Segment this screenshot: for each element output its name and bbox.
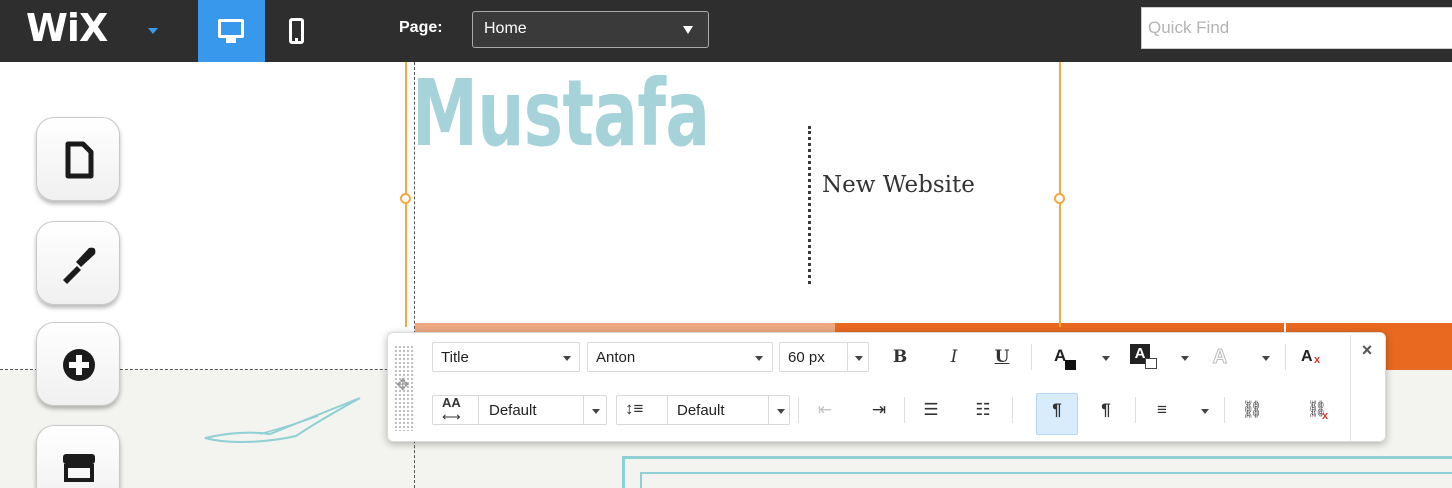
store-icon (63, 454, 95, 482)
font-dropdown[interactable]: Anton (587, 342, 773, 372)
dropdown-arrow-icon (855, 356, 863, 361)
top-bar: WiX Page: Home (0, 0, 1452, 62)
site-title-text[interactable]: Mustafa (412, 68, 710, 160)
add-button[interactable] (36, 322, 120, 406)
dropdown-arrow-icon (777, 409, 785, 414)
seagull-graphic (204, 397, 361, 444)
store-button[interactable] (36, 425, 120, 488)
dropdown-arrow-icon (683, 26, 693, 34)
page-icon (65, 141, 94, 179)
text-direction-rtl-icon[interactable]: ¶ (1091, 395, 1121, 425)
move-icon[interactable]: ✥ (396, 378, 409, 394)
text-style-dropdown[interactable]: Title (432, 342, 580, 372)
line-height-dropdown[interactable]: ↕≡ Default (616, 395, 790, 425)
desktop-monitor-icon (218, 19, 244, 38)
font-size-value: 60 px (788, 349, 825, 366)
highlight-color-caret-icon[interactable] (1181, 356, 1189, 361)
link-icon[interactable]: ⛓ (1237, 395, 1267, 425)
text-effects-caret-icon[interactable] (1262, 356, 1270, 361)
site-tagline-text[interactable]: New Website (822, 172, 975, 198)
text-color-icon[interactable]: A (1048, 342, 1078, 372)
clear-formatting-icon[interactable]: A x (1294, 342, 1324, 372)
align-text-caret-icon[interactable] (1201, 409, 1209, 414)
text-effects-icon[interactable]: A (1205, 342, 1235, 372)
resize-handle-left[interactable] (400, 193, 411, 204)
highlight-color-icon[interactable]: A (1127, 342, 1157, 372)
remove-link-icon[interactable]: ⛓ x (1302, 395, 1332, 425)
logo-menu-caret-icon[interactable] (148, 28, 158, 34)
character-spacing-dropdown[interactable]: AA ⟷ Default (432, 395, 607, 425)
dropdown-arrow-icon (592, 409, 600, 414)
dotted-separator (808, 126, 811, 284)
align-text-icon[interactable]: ≡ (1147, 395, 1177, 425)
increase-indent-icon[interactable]: ⇥ (864, 395, 894, 425)
pages-button[interactable] (36, 117, 120, 201)
dropdown-arrow-icon (755, 356, 763, 361)
wix-logo[interactable]: WiX (26, 6, 108, 50)
page-selector[interactable]: Home (472, 11, 709, 48)
mobile-view-button[interactable] (278, 12, 314, 50)
italic-button[interactable]: I (939, 342, 969, 372)
character-spacing-value: Default (489, 402, 537, 419)
bullet-list-icon[interactable]: ☰ (916, 395, 946, 425)
underline-button[interactable]: U (987, 342, 1017, 372)
resize-handle-right[interactable] (1054, 193, 1065, 204)
line-height-value: Default (677, 402, 725, 419)
dropdown-arrow-icon (563, 356, 571, 361)
decrease-indent-icon[interactable]: ⇤ (810, 395, 840, 425)
paintbrush-icon (63, 247, 96, 284)
text-settings-toolbar: ✥ Title Anton 60 px B I U A A A A x × AA… (387, 332, 1386, 442)
quick-find-input[interactable] (1141, 7, 1452, 49)
plus-circle-icon (63, 349, 95, 381)
close-toolbar-button[interactable]: × (1354, 337, 1380, 363)
font-size-dropdown[interactable]: 60 px (779, 342, 869, 372)
design-button[interactable] (36, 221, 120, 305)
font-value: Anton (596, 349, 636, 366)
text-direction-ltr-icon[interactable]: ¶ (1042, 395, 1072, 425)
page-selector-value: Home (484, 20, 527, 37)
character-spacing-icon: AA ⟷ (442, 395, 461, 424)
desktop-view-button[interactable] (198, 0, 265, 62)
page-label: Page: (399, 19, 443, 36)
text-color-caret-icon[interactable] (1102, 356, 1110, 361)
line-height-icon: ↕≡ (625, 399, 644, 418)
numbered-list-icon[interactable]: ☷ (968, 395, 998, 425)
bold-button[interactable]: B (885, 342, 915, 372)
text-style-value: Title (441, 349, 469, 366)
